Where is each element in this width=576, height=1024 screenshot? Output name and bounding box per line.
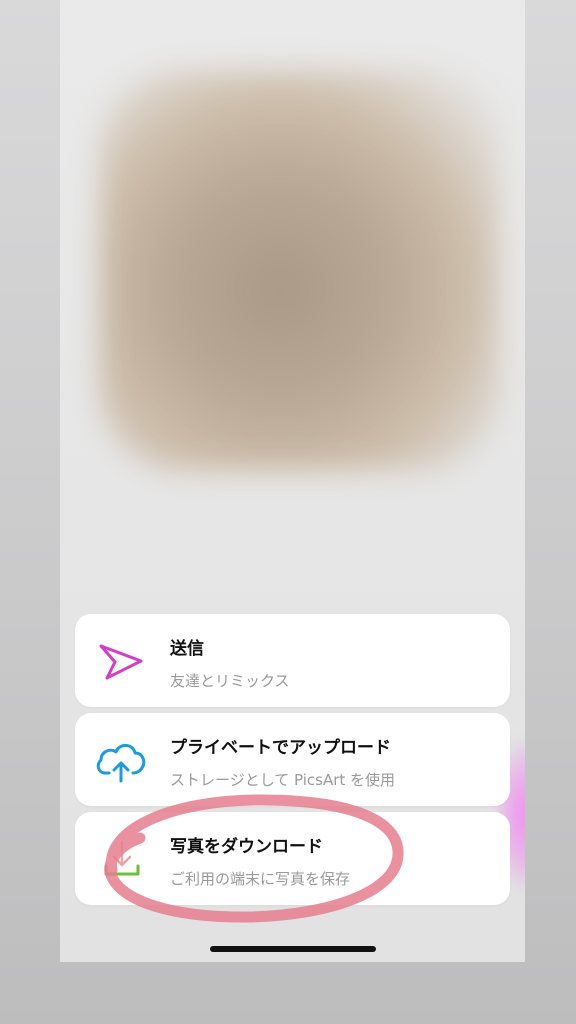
download-icon bbox=[95, 836, 147, 882]
send-icon bbox=[95, 638, 147, 684]
option-download-photo-subtitle: ご利用の端末に写真を保存 bbox=[170, 870, 351, 888]
home-indicator[interactable] bbox=[210, 946, 376, 952]
option-upload-private[interactable]: プライベートでアップロード ストレージとして PicsArt を使用 bbox=[75, 713, 510, 806]
option-upload-private-title: プライベートでアップロード bbox=[170, 738, 391, 758]
cloud-upload-icon bbox=[95, 737, 147, 783]
blurred-background-image bbox=[100, 70, 500, 470]
phone-screen: 送信 友達とリミックス プライベートでアップロード ストレージとして PicsA… bbox=[60, 0, 525, 962]
option-download-photo[interactable]: 写真をダウンロード ご利用の端末に写真を保存 bbox=[75, 812, 510, 905]
option-send[interactable]: 送信 友達とリミックス bbox=[75, 614, 510, 707]
option-upload-private-subtitle: ストレージとして PicsArt を使用 bbox=[170, 771, 396, 789]
option-send-title: 送信 bbox=[170, 639, 204, 659]
option-download-photo-title: 写真をダウンロード bbox=[170, 837, 323, 857]
option-send-subtitle: 友達とリミックス bbox=[170, 672, 290, 690]
